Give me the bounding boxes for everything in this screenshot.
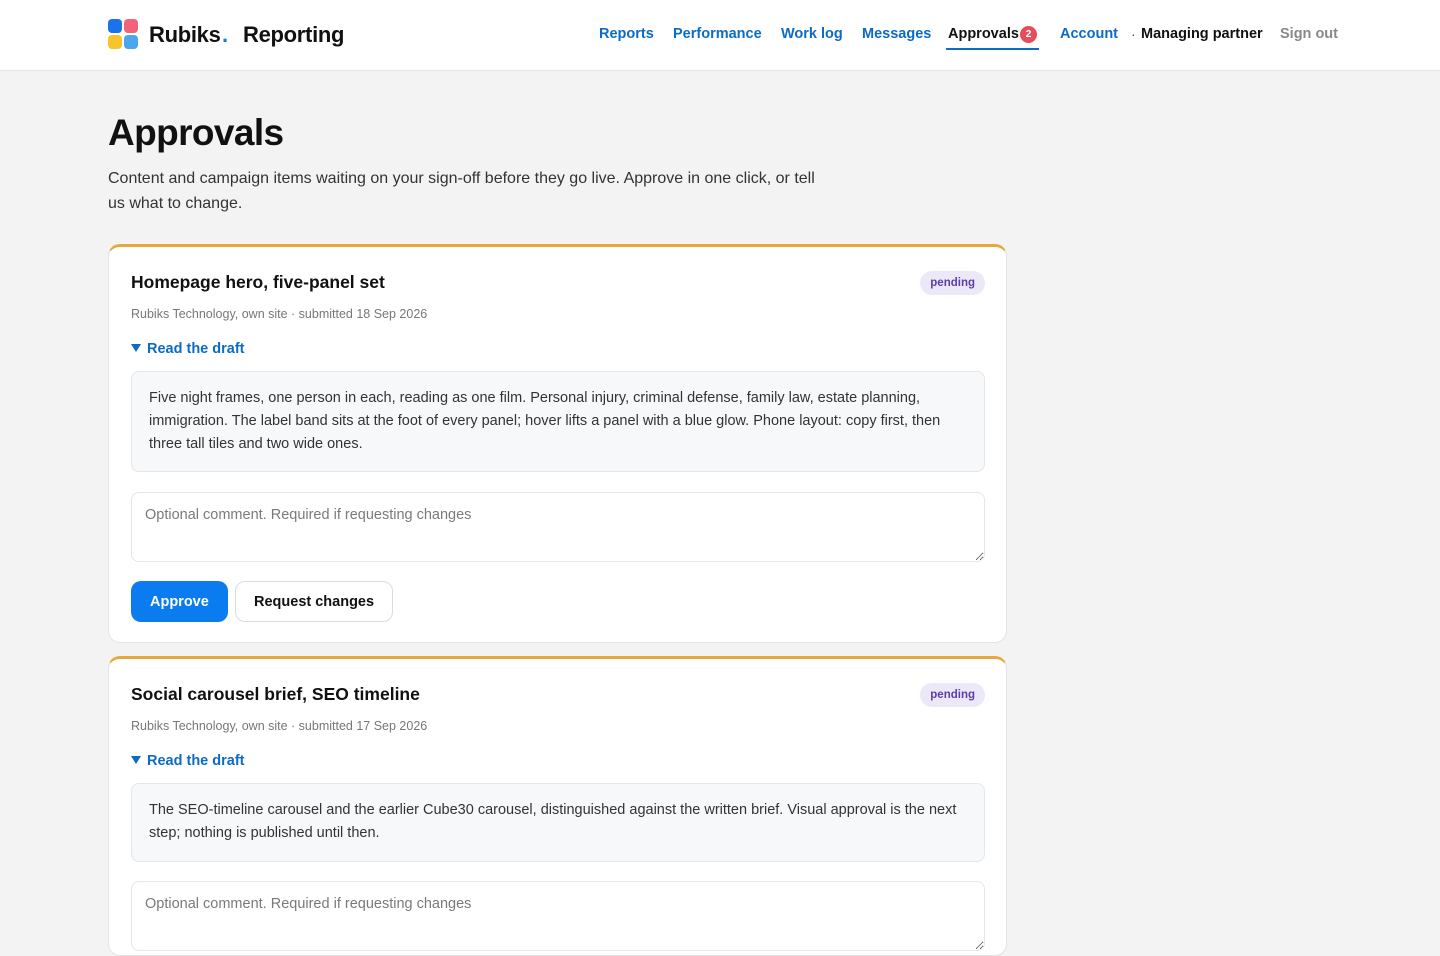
sign-out-link[interactable]: Sign out bbox=[1280, 26, 1338, 42]
brand-name[interactable]: Rubiks bbox=[149, 22, 221, 48]
status-badge: pending bbox=[920, 683, 985, 707]
approvals-count-badge: 2 bbox=[1020, 26, 1037, 43]
approval-card: Homepage hero, five-panel set pending Ru… bbox=[108, 244, 1007, 643]
request-changes-button[interactable]: Request changes bbox=[235, 581, 394, 622]
rubiks-logo-icon[interactable] bbox=[108, 19, 139, 50]
read-draft-label: Read the draft bbox=[147, 341, 245, 357]
brand-product[interactable]: Reporting bbox=[243, 22, 344, 48]
approval-title: Social carousel brief, SEO timeline bbox=[131, 684, 420, 704]
read-draft-toggle[interactable]: Read the draft bbox=[131, 753, 245, 769]
nav-messages[interactable]: Messages bbox=[862, 26, 931, 42]
draft-text: Five night frames, one person in each, r… bbox=[131, 371, 985, 472]
comment-input[interactable] bbox=[131, 881, 985, 951]
nav-performance[interactable]: Performance bbox=[673, 26, 762, 42]
nav-account[interactable]: Account bbox=[1060, 26, 1118, 42]
triangle-down-icon bbox=[131, 756, 141, 764]
nav-work-log[interactable]: Work log bbox=[781, 26, 843, 42]
read-draft-toggle[interactable]: Read the draft bbox=[131, 341, 245, 357]
approval-title: Homepage hero, five-panel set bbox=[131, 272, 385, 292]
top-bar: Rubiks . Reporting Reports Performance W… bbox=[0, 0, 1440, 71]
triangle-down-icon bbox=[131, 344, 141, 352]
approval-meta: Rubiks Technology, own site · submitted … bbox=[131, 307, 428, 321]
nav-reports[interactable]: Reports bbox=[599, 26, 654, 42]
approve-button[interactable]: Approve bbox=[131, 581, 228, 622]
approval-card: Social carousel brief, SEO timeline pend… bbox=[108, 656, 1007, 956]
nav-separator: · bbox=[1131, 26, 1136, 42]
page-title: Approvals bbox=[108, 112, 284, 153]
approval-meta: Rubiks Technology, own site · submitted … bbox=[131, 719, 428, 733]
status-badge: pending bbox=[920, 271, 985, 295]
draft-text: The SEO-timeline carousel and the earlie… bbox=[131, 783, 985, 862]
brand-separator: . bbox=[222, 22, 229, 47]
nav-approvals[interactable]: Approvals bbox=[948, 26, 1019, 42]
active-nav-underline bbox=[946, 48, 1039, 50]
page-description: Content and campaign items waiting on yo… bbox=[108, 170, 815, 212]
comment-input[interactable] bbox=[131, 492, 985, 562]
read-draft-label: Read the draft bbox=[147, 753, 245, 769]
user-role: Managing partner bbox=[1141, 26, 1263, 42]
